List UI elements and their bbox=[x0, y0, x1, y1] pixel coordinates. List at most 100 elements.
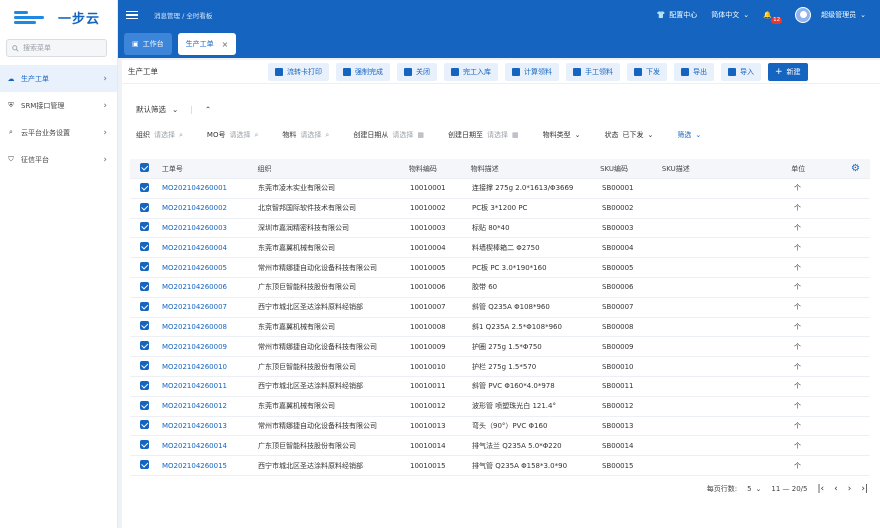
row-checkbox[interactable] bbox=[140, 262, 149, 272]
table-row[interactable]: MO202104260015 西宁市城北区圣达涂料原料经销部 10010015 … bbox=[130, 456, 870, 476]
toolbar-button[interactable]: 计算领料 bbox=[505, 62, 559, 81]
toolbar-button[interactable]: 下发 bbox=[627, 62, 667, 81]
first-page-icon[interactable]: |‹ bbox=[818, 484, 825, 494]
table-row[interactable]: MO202104260003 深圳市嘉润精密科技有限公司 10010003 标贴… bbox=[130, 219, 870, 239]
row-checkbox[interactable] bbox=[140, 202, 149, 212]
cell-material-code: 10010006 bbox=[410, 283, 446, 292]
toolbar-button[interactable]: 导出 bbox=[674, 62, 714, 81]
col-header[interactable]: SKU描述 bbox=[662, 164, 791, 174]
default-filter-select[interactable]: 默认筛选 bbox=[136, 104, 166, 115]
order-number-link[interactable]: MO202104260010 bbox=[162, 363, 258, 371]
toolbar-button[interactable]: 关闭 bbox=[397, 62, 437, 81]
row-checkbox[interactable] bbox=[140, 400, 149, 410]
row-checkbox[interactable] bbox=[140, 420, 149, 430]
brand-logo[interactable]: 一步云 bbox=[0, 0, 117, 34]
filter-field[interactable]: 创建日期从 请选择 ▦ bbox=[353, 130, 424, 140]
order-number-link[interactable]: MO202104260015 bbox=[162, 462, 258, 470]
table-row[interactable]: MO202104260008 东莞市嘉翼机械有限公司 10010008 斜1 Q… bbox=[130, 318, 870, 338]
col-header[interactable]: 物料编码 bbox=[409, 164, 471, 174]
toolbar-button[interactable]: 导入 bbox=[721, 62, 761, 81]
table-row[interactable]: MO202104260002 北京智邦国际软件技术有限公司 10010002 P… bbox=[130, 199, 870, 219]
row-checkbox[interactable] bbox=[140, 242, 149, 252]
order-number-link[interactable]: MO202104260007 bbox=[162, 303, 258, 311]
prev-page-icon[interactable]: ‹ bbox=[834, 484, 838, 494]
filter-field[interactable]: 物料 请选择 ⌕ bbox=[282, 130, 329, 140]
cell-material-desc: 料墙楔棒箱二 Φ2750 bbox=[472, 243, 540, 252]
advanced-filter-link[interactable]: 筛选 ⌄ bbox=[677, 130, 701, 140]
col-header[interactable]: 工单号 bbox=[162, 164, 258, 174]
table-row[interactable]: MO202104260011 西宁市城北区圣达涂料原料经销部 10010011 … bbox=[130, 377, 870, 397]
table-row[interactable]: MO202104260013 常州市精娜捷自动化设备科技有限公司 1001001… bbox=[130, 417, 870, 437]
order-number-link[interactable]: MO202104260013 bbox=[162, 422, 258, 430]
row-checkbox[interactable] bbox=[140, 341, 149, 351]
sidebar-item[interactable]: ☁ 生产工单 › bbox=[0, 65, 117, 92]
toolbar-button[interactable]: 手工领料 bbox=[566, 62, 620, 81]
cell-material-code: 10010012 bbox=[410, 402, 446, 411]
calendar-icon: ▦ bbox=[417, 131, 424, 139]
row-checkbox[interactable] bbox=[140, 361, 149, 371]
next-page-icon[interactable]: › bbox=[848, 484, 852, 494]
gear-icon[interactable]: ⚙ bbox=[851, 163, 860, 174]
config-center-link[interactable]: 👕 配置中心 bbox=[657, 10, 698, 20]
row-checkbox[interactable] bbox=[140, 440, 149, 450]
filter-field[interactable]: 组织 请选择 ⌕ bbox=[136, 130, 183, 140]
order-number-link[interactable]: MO202104260002 bbox=[162, 204, 258, 212]
toolbar-button[interactable]: 完工入库 bbox=[444, 62, 498, 81]
material-type-select[interactable]: 物料类型 ⌄ bbox=[543, 130, 581, 140]
order-number-link[interactable]: MO202104260004 bbox=[162, 244, 258, 252]
menu-toggle-icon[interactable] bbox=[126, 10, 138, 20]
table-row[interactable]: MO202104260006 广东顶巨智能科技股份有限公司 10010006 胶… bbox=[130, 278, 870, 298]
order-number-link[interactable]: MO202104260014 bbox=[162, 442, 258, 450]
new-button[interactable]: + 新建 bbox=[768, 62, 808, 81]
row-checkbox[interactable] bbox=[140, 460, 149, 470]
filter-field[interactable]: 创建日期至 请选择 ▦ bbox=[448, 130, 519, 140]
tab-workbench[interactable]: ▣ 工作台 bbox=[124, 33, 172, 55]
table-row[interactable]: MO202104260001 东莞市凌木实业有限公司 10010001 连接撑 … bbox=[130, 179, 870, 199]
row-checkbox[interactable] bbox=[140, 222, 149, 232]
table-row[interactable]: MO202104260004 东莞市嘉翼机械有限公司 10010004 料墙楔棒… bbox=[130, 238, 870, 259]
last-page-icon[interactable]: ›| bbox=[861, 484, 868, 494]
toolbar-button[interactable]: 流转卡打印 bbox=[268, 62, 329, 81]
row-checkbox[interactable] bbox=[140, 281, 149, 291]
order-number-link[interactable]: MO202104260009 bbox=[162, 343, 258, 351]
table-row[interactable]: MO202104260010 广东顶巨智能科技股份有限公司 10010010 护… bbox=[130, 357, 870, 377]
select-all-checkbox[interactable] bbox=[140, 163, 149, 172]
order-number-link[interactable]: MO202104260003 bbox=[162, 224, 258, 232]
notification-button[interactable]: 🔔 12 bbox=[763, 11, 783, 24]
tab-production-order[interactable]: 生产工单 × bbox=[177, 33, 237, 55]
status-select[interactable]: 状态 已下发 ⌄ bbox=[604, 130, 653, 140]
table-row[interactable]: MO202104260007 西宁市城北区圣达涂料原料经销部 10010007 … bbox=[130, 298, 870, 318]
menu-search-input[interactable]: 搜索菜单 bbox=[6, 39, 107, 57]
col-header[interactable]: 物料描述 bbox=[471, 164, 600, 174]
sidebar-item[interactable]: ⛉ 征信平台 › bbox=[0, 146, 117, 173]
order-number-link[interactable]: MO202104260008 bbox=[162, 323, 258, 331]
sidebar-item[interactable]: ⌕ 云平台业务设置 › bbox=[0, 119, 117, 146]
collapse-icon[interactable]: ⌃ bbox=[205, 105, 211, 114]
col-header[interactable]: SKU编码 bbox=[600, 164, 662, 174]
cell-sku-code: SB00012 bbox=[602, 402, 634, 411]
filter-field[interactable]: MO号 请选择 ⌕ bbox=[207, 130, 258, 140]
row-checkbox[interactable] bbox=[140, 182, 149, 192]
user-menu[interactable]: 超级管理员 ⌄ bbox=[795, 7, 866, 23]
table-row[interactable]: MO202104260014 广东顶巨智能科技股份有限公司 10010014 排… bbox=[130, 436, 870, 457]
close-icon[interactable]: × bbox=[222, 40, 229, 49]
order-number-link[interactable]: MO202104260011 bbox=[162, 382, 258, 390]
order-number-link[interactable]: MO202104260001 bbox=[162, 184, 258, 192]
sidebar-item[interactable]: ⛨ SRM接口管理 › bbox=[0, 92, 117, 119]
order-number-link[interactable]: MO202104260006 bbox=[162, 283, 258, 291]
table-row[interactable]: MO202104260009 常州市精娜捷自动化设备科技有限公司 1001000… bbox=[130, 337, 870, 358]
toolbar-button[interactable]: 强制完成 bbox=[336, 62, 390, 81]
row-checkbox[interactable] bbox=[140, 301, 149, 311]
col-header[interactable]: 单位 bbox=[791, 164, 851, 174]
row-checkbox[interactable] bbox=[140, 321, 149, 331]
cloud-icon: ☁ bbox=[7, 74, 15, 83]
cell-unit: 个 bbox=[794, 441, 801, 450]
order-number-link[interactable]: MO202104260012 bbox=[162, 402, 258, 410]
language-select[interactable]: 简体中文 ⌄ bbox=[711, 10, 749, 20]
order-number-link[interactable]: MO202104260005 bbox=[162, 264, 258, 272]
table-row[interactable]: MO202104260012 东莞市嘉翼机械有限公司 10010012 波形管 … bbox=[130, 397, 870, 417]
col-header[interactable]: 组织 bbox=[258, 164, 409, 174]
row-checkbox[interactable] bbox=[140, 380, 149, 390]
per-page-select[interactable]: 5 ⌄ bbox=[747, 485, 761, 493]
table-row[interactable]: MO202104260005 常州市精娜捷自动化设备科技有限公司 1001000… bbox=[130, 258, 870, 278]
